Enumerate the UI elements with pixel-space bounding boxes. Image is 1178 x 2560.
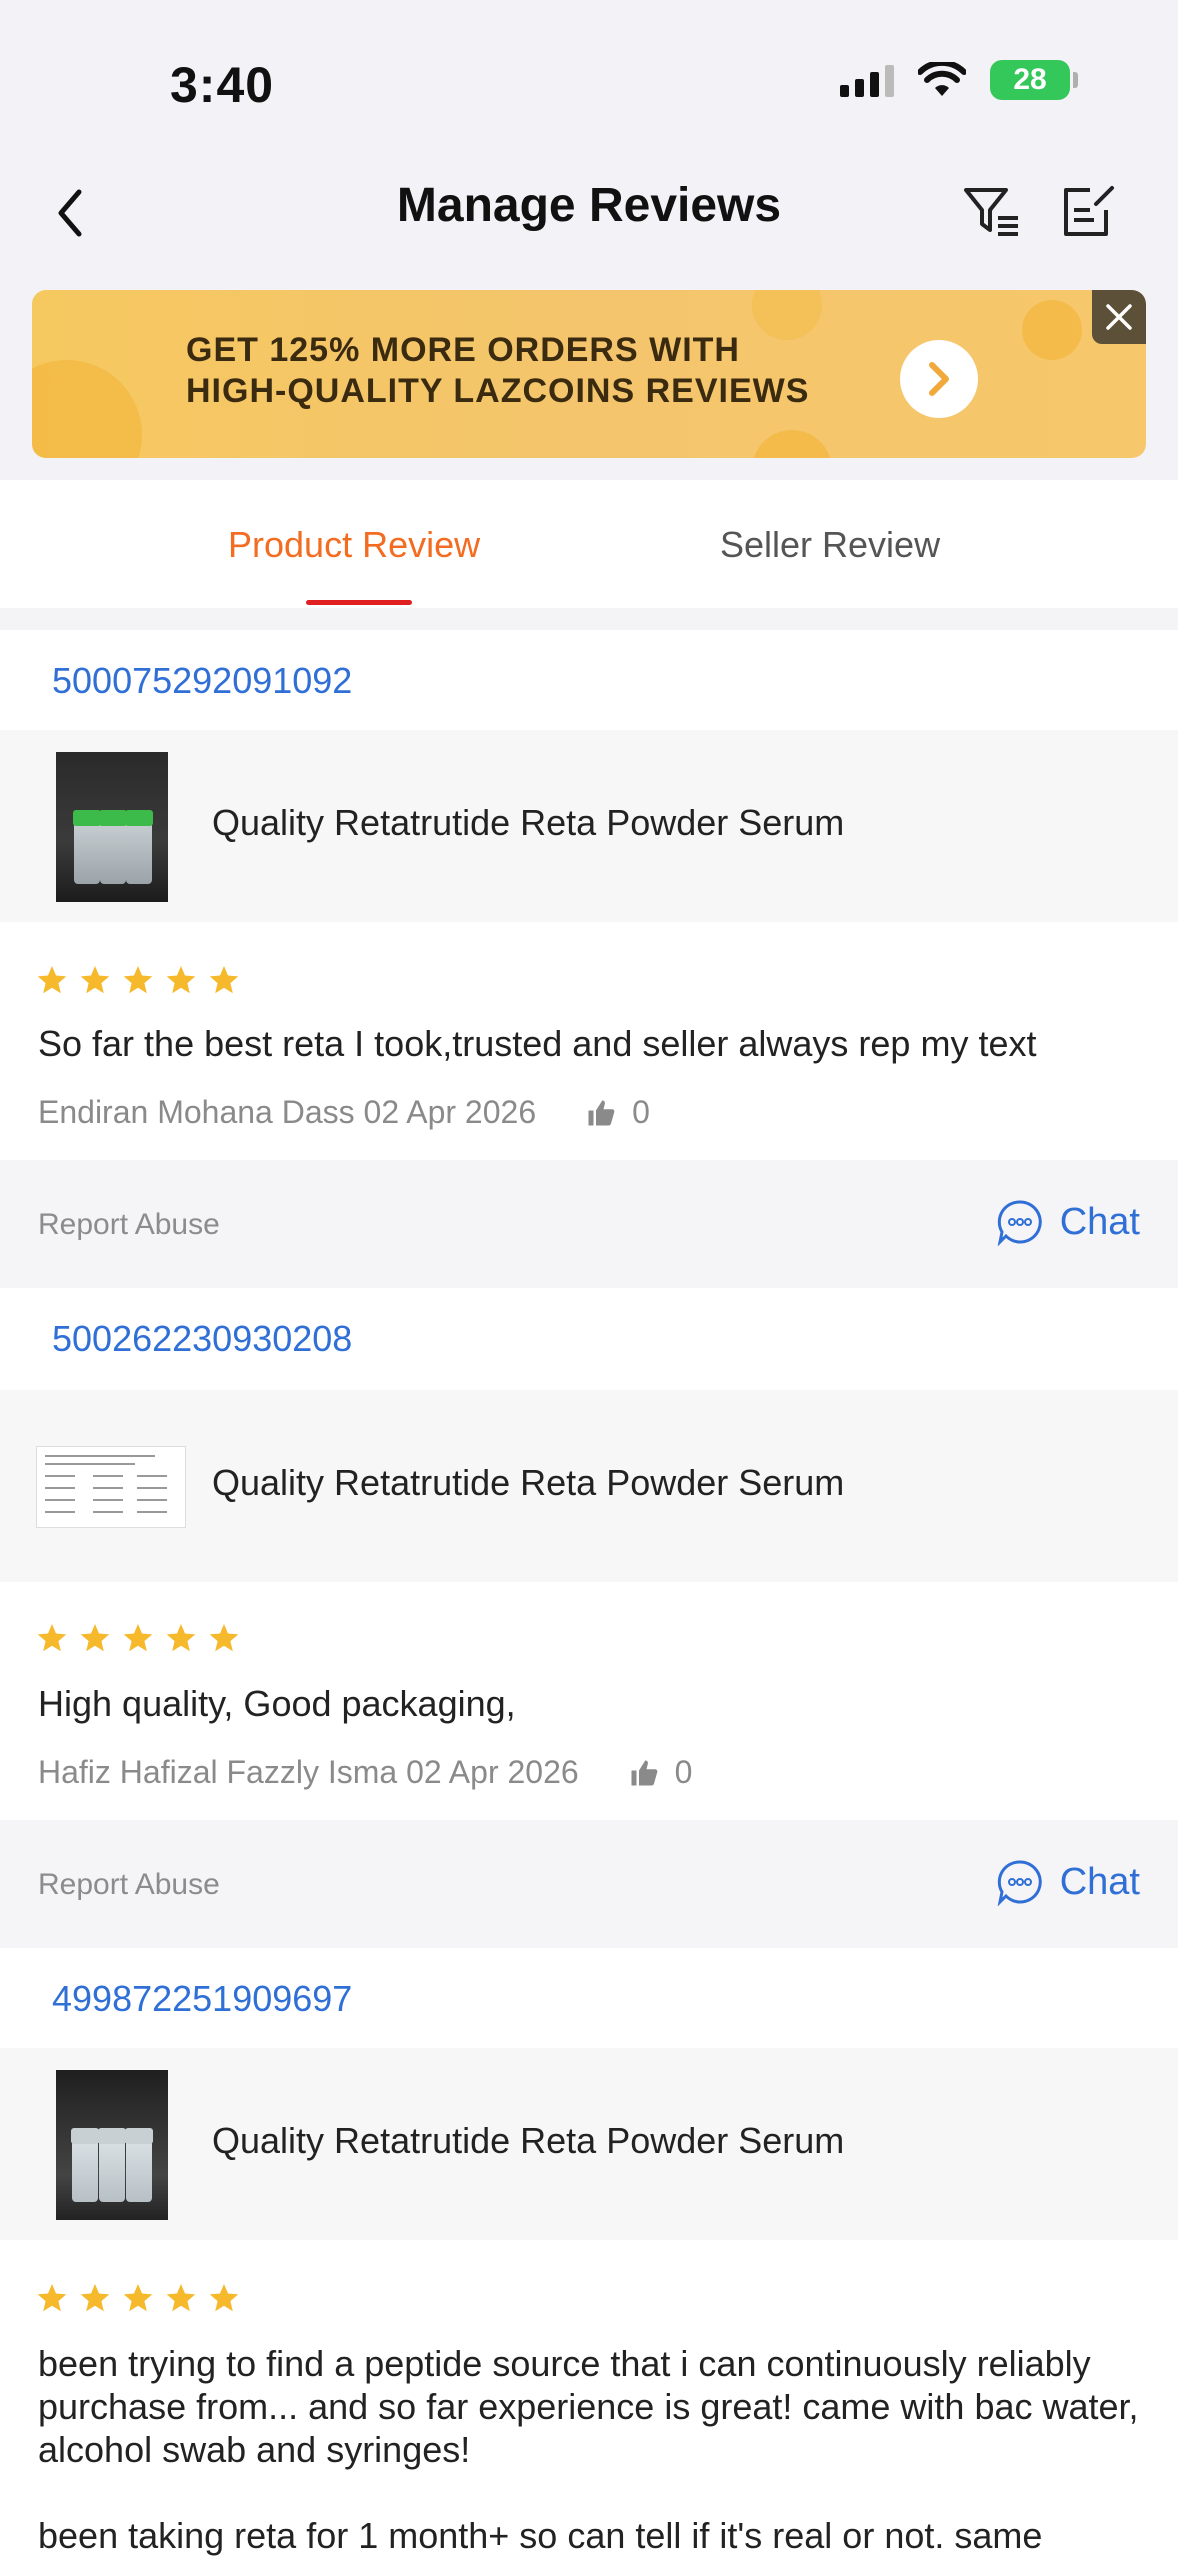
status-icons: 28 <box>840 60 1078 100</box>
review-actions: Report Abuse Chat <box>0 1820 1178 1948</box>
star-icon <box>37 1624 67 1652</box>
star-icon <box>209 1624 239 1652</box>
order-id-link[interactable]: 500075292091092 <box>52 660 352 702</box>
status-bar: 3:40 28 <box>0 0 1178 150</box>
order-id-link[interactable]: 500262230930208 <box>52 1318 352 1360</box>
order-id-link[interactable]: 499872251909697 <box>52 1978 352 2020</box>
star-icon <box>123 2284 153 2312</box>
thumbs-up-icon <box>588 1100 615 1125</box>
product-thumbnail <box>56 752 168 902</box>
star-rating <box>36 964 240 996</box>
star-icon <box>166 2284 196 2312</box>
star-rating <box>36 1622 240 1654</box>
report-abuse-link[interactable]: Report Abuse <box>38 1868 220 1902</box>
chat-label: Chat <box>1059 1200 1140 1243</box>
tab-product-review[interactable]: Product Review <box>228 524 480 566</box>
chat-button[interactable]: Chat <box>996 1858 1140 1906</box>
active-tab-indicator <box>306 600 412 605</box>
banner-text: GET 125% MORE ORDERS WITH HIGH-QUALITY L… <box>186 330 809 412</box>
edit-note-icon <box>1064 186 1114 236</box>
like-count: 0 <box>632 1094 650 1130</box>
chat-bubble-icon <box>997 1200 1042 1246</box>
cellular-signal-icon <box>840 63 894 97</box>
reviewer-info: Endiran Mohana Dass 02 Apr 2026 0 <box>38 1094 650 1131</box>
star-icon <box>80 2284 110 2312</box>
battery-icon: 28 <box>990 60 1078 100</box>
star-icon <box>123 966 153 994</box>
chat-button[interactable]: Chat <box>996 1198 1140 1246</box>
review-tabs: Product Review Seller Review <box>0 480 1178 608</box>
promo-banner[interactable]: GET 125% MORE ORDERS WITH HIGH-QUALITY L… <box>32 290 1146 458</box>
product-thumbnail <box>36 1412 186 1562</box>
coin-decoration <box>752 430 832 458</box>
star-icon <box>80 1624 110 1652</box>
banner-close-button[interactable] <box>1092 290 1146 344</box>
review-text-continued: been taking reta for 1 month+ so can tel… <box>38 2515 1043 2556</box>
filter-icon <box>964 188 1018 236</box>
chevron-right-icon <box>929 362 949 396</box>
coin-decoration <box>32 360 142 458</box>
product-name: Quality Retatrutide Reta Powder Serum <box>212 1462 845 1503</box>
product-name: Quality Retatrutide Reta Powder Serum <box>212 802 845 843</box>
star-icon <box>37 966 67 994</box>
nav-bar: Manage Reviews <box>0 150 1178 280</box>
chat-bubble-icon <box>997 1860 1042 1906</box>
coin-decoration <box>1022 300 1082 360</box>
banner-arrow-button[interactable] <box>900 340 978 418</box>
like-button[interactable]: 0 <box>629 1754 693 1791</box>
review-text: So far the best reta I took,trusted and … <box>38 1023 1037 1064</box>
review-text: been trying to find a peptide source tha… <box>38 2343 1139 2470</box>
like-count: 0 <box>674 1754 693 1790</box>
wifi-icon <box>918 62 966 96</box>
reviewer-info: Hafiz Hafizal Fazzly Isma 02 Apr 2026 0 <box>38 1754 692 1791</box>
product-row[interactable]: Quality Retatrutide Reta Powder Serum <box>0 730 1178 922</box>
chat-label: Chat <box>1059 1860 1140 1903</box>
star-rating <box>36 2282 240 2314</box>
thumbs-up-icon <box>631 1760 658 1785</box>
star-icon <box>209 966 239 994</box>
banner-line-2: HIGH-QUALITY LAZCOINS REVIEWS <box>186 372 810 410</box>
close-icon <box>1106 304 1132 330</box>
status-time: 3:40 <box>170 57 275 113</box>
review-actions: Report Abuse Chat <box>0 1160 1178 1288</box>
banner-line-1: GET 125% MORE ORDERS WITH <box>186 331 740 369</box>
reviewer-name-date: Endiran Mohana Dass 02 Apr 2026 <box>38 1094 537 1130</box>
product-thumbnail <box>56 2070 168 2220</box>
tab-seller-review[interactable]: Seller Review <box>720 524 940 566</box>
star-icon <box>209 2284 239 2312</box>
edit-button[interactable] <box>1056 180 1120 244</box>
banner-section: GET 125% MORE ORDERS WITH HIGH-QUALITY L… <box>0 280 1178 480</box>
battery-level: 28 <box>1013 63 1047 96</box>
star-icon <box>37 2284 67 2312</box>
review-text: High quality, Good packaging, <box>38 1683 516 1724</box>
product-row[interactable]: Quality Retatrutide Reta Powder Serum <box>0 1390 1178 1582</box>
reviewer-name-date: Hafiz Hafizal Fazzly Isma 02 Apr 2026 <box>38 1754 579 1790</box>
like-button[interactable]: 0 <box>586 1094 650 1131</box>
product-name: Quality Retatrutide Reta Powder Serum <box>212 2120 845 2161</box>
product-row[interactable]: Quality Retatrutide Reta Powder Serum <box>0 2048 1178 2240</box>
star-icon <box>166 966 196 994</box>
star-icon <box>123 1624 153 1652</box>
report-abuse-link[interactable]: Report Abuse <box>38 1208 220 1242</box>
divider <box>0 608 1178 630</box>
star-icon <box>80 966 110 994</box>
filter-button[interactable] <box>960 180 1024 244</box>
star-icon <box>166 1624 196 1652</box>
